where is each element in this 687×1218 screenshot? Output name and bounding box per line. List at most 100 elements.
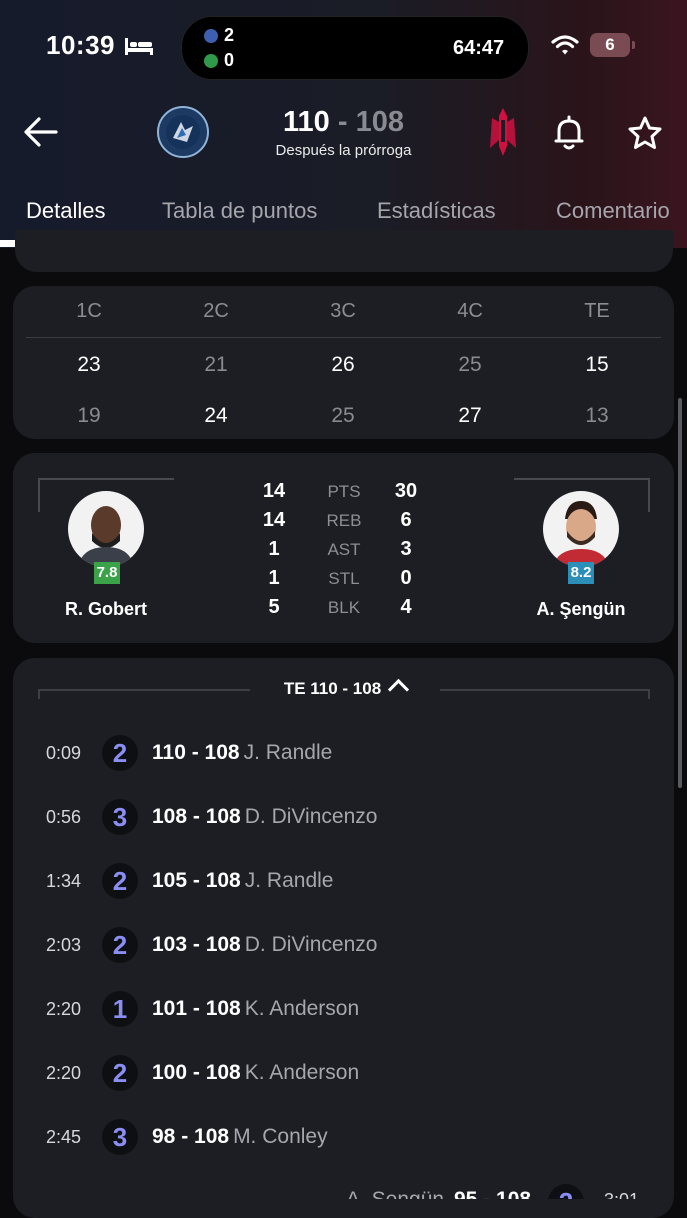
wolf-logo-icon [166, 115, 200, 149]
play-time: 2:20 [46, 1063, 82, 1083]
play-player: D. DiVincenzo [244, 933, 378, 956]
favorite-star-icon[interactable] [627, 115, 663, 151]
quarter-divider [26, 337, 661, 338]
wifi-icon [551, 35, 579, 55]
play-time: 2:20 [46, 999, 82, 1019]
away-quarter-score: 19 [77, 404, 101, 427]
back-arrow-icon[interactable] [22, 113, 60, 151]
chevron-up-icon [388, 678, 410, 701]
dynamic-island-live-activity[interactable]: 2 0 64:47 [181, 16, 529, 80]
status-time: 10:39 [46, 30, 115, 60]
stat-label: AST [327, 540, 361, 559]
game-status: Después la prórroga [275, 142, 412, 159]
points-badge: 2 [102, 927, 138, 963]
tab-estadisticas[interactable]: Estadísticas [377, 198, 496, 224]
home-team-logo[interactable] [157, 106, 209, 158]
team-badge-icon [204, 29, 218, 43]
play-player: A. Şengün [346, 1188, 444, 1199]
team-badge-icon [204, 54, 218, 68]
home-quarter-score: 26 [331, 353, 355, 376]
away-stat-value: 6 [400, 509, 412, 531]
home-quarter-score: 25 [458, 353, 482, 376]
points-badge: 3 [102, 1119, 138, 1155]
previous-card-bottom [15, 230, 673, 272]
game-score: 110 - 108 [250, 106, 437, 139]
tab-tabla-de-puntos[interactable]: Tabla de puntos [162, 198, 317, 224]
quarter-header: 3C [330, 300, 356, 322]
points-badge: 2 [102, 1055, 138, 1091]
away-stat-value: 4 [400, 596, 412, 618]
away-quarter-score: 13 [585, 404, 609, 427]
home-player-avatar[interactable] [68, 491, 144, 567]
away-quarter-score: 27 [458, 404, 482, 427]
play-time: 0:56 [46, 807, 82, 827]
overtime-section-toggle[interactable]: TE 110 - 108 [250, 678, 440, 701]
points-badge: 2 [548, 1184, 584, 1199]
bell-icon[interactable] [553, 115, 585, 151]
home-quarter-score: 21 [204, 353, 228, 376]
home-stat-value: 1 [268, 538, 280, 560]
play-time: 0:09 [46, 743, 82, 763]
play-score: 105 - 108 J. Randle [152, 869, 334, 892]
away-player-avatar[interactable] [543, 491, 619, 567]
play-score: 100 - 108 K. Anderson [152, 1061, 360, 1084]
home-stat-value: 1 [268, 567, 280, 589]
play-time: 2:45 [46, 1127, 82, 1147]
play-player: J. Randle [244, 869, 334, 892]
tab-detalles[interactable]: Detalles [26, 198, 105, 224]
scrollbar[interactable] [678, 398, 682, 788]
away-score: 108 [355, 106, 404, 138]
home-stat-value: 5 [268, 596, 280, 618]
stat-label: REB [326, 511, 362, 530]
play-score: 101 - 108 K. Anderson [152, 997, 360, 1020]
sleep-focus-icon [125, 38, 153, 55]
home-player-rating: 7.8 [94, 562, 120, 584]
points-badge: 2 [102, 863, 138, 899]
play-player: K. Anderson [244, 1061, 360, 1084]
home-player-name[interactable]: R. Gobert [31, 599, 181, 620]
battery-tip [632, 41, 635, 49]
away-player-rating: 8.2 [568, 562, 594, 584]
quarter-header: 4C [457, 300, 483, 322]
play-score: 98 - 108 M. Conley [152, 1125, 328, 1148]
away-stat-value: 0 [400, 567, 412, 589]
points-badge: 2 [102, 735, 138, 771]
away-stat-value: 30 [394, 480, 418, 502]
home-quarter-score: 23 [77, 353, 101, 376]
points-badge: 1 [102, 991, 138, 1027]
away-stat-value: 3 [400, 538, 412, 560]
play-time: 1:34 [46, 871, 82, 891]
away-quarter-score: 25 [331, 404, 355, 427]
play-score: 103 - 108 D. DiVincenzo [152, 933, 378, 956]
play-player: K. Anderson [244, 997, 360, 1020]
live-match-clock: 64:47 [453, 37, 505, 59]
live-score-home: 2 [204, 25, 234, 46]
play-player: J. Randle [243, 741, 333, 764]
stat-label: BLK [327, 598, 361, 617]
away-quarter-score: 24 [204, 404, 228, 427]
battery-level: 6 [590, 33, 630, 57]
stat-label: PTS [327, 482, 361, 501]
points-badge: 3 [102, 799, 138, 835]
home-stat-value: 14 [262, 509, 286, 531]
play-score: 110 - 108 J. Randle [152, 741, 333, 764]
tab-comentario[interactable]: Comentario [556, 198, 670, 224]
section-divider-left [38, 689, 250, 699]
away-team-logo-rockets-icon[interactable] [482, 106, 524, 158]
home-stat-value: 14 [262, 480, 286, 502]
play-time: 3:01 [604, 1190, 639, 1199]
play-row-partial: A. Şengün 95 - 108 2 3:01 [0, 1184, 687, 1199]
section-title: TE 110 - 108 [283, 679, 382, 698]
play-score: 95 - 108 [454, 1188, 531, 1199]
score-separator: - [329, 106, 356, 138]
home-score: 110 [283, 106, 330, 138]
player-photo-icon [553, 501, 609, 567]
away-player-name[interactable]: A. Şengün [506, 599, 656, 620]
player-photo-icon [78, 506, 134, 567]
stat-label: STL [328, 569, 360, 588]
play-player: D. DiVincenzo [244, 805, 378, 828]
play-time: 2:03 [46, 935, 82, 955]
section-divider-right [440, 689, 650, 699]
play-score: 108 - 108 D. DiVincenzo [152, 805, 378, 828]
quarter-header: TE [584, 300, 610, 322]
